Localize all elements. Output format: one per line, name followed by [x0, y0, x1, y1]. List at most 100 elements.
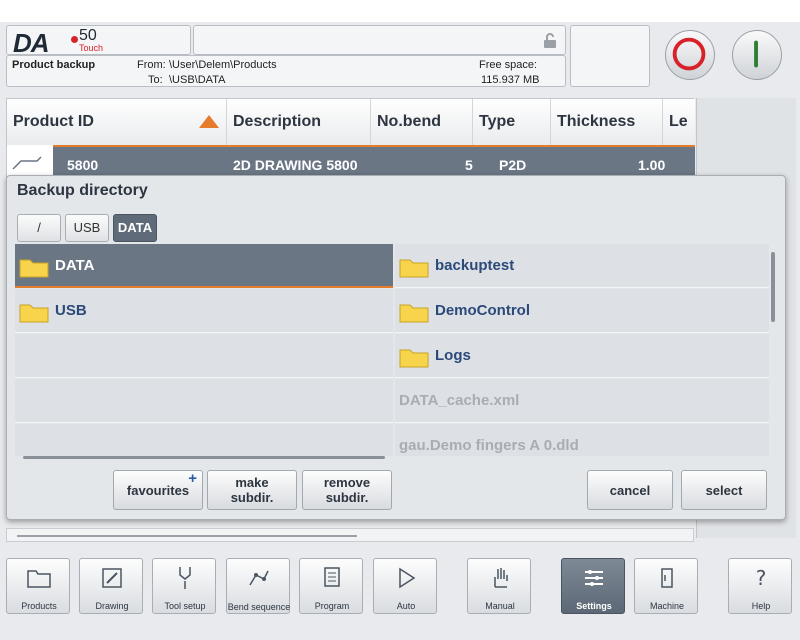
logo-dot	[71, 36, 78, 43]
nav-label: Products	[21, 601, 57, 611]
to-label: To:	[148, 74, 163, 86]
message-box	[193, 25, 566, 55]
column-length[interactable]: Le	[663, 99, 695, 145]
column-thickness[interactable]: Thickness	[551, 99, 663, 145]
row-description: 2D DRAWING 5800	[233, 157, 358, 173]
screen: DA 50 Touch Product backup From: \User\D…	[0, 0, 800, 640]
nav-drawing[interactable]: Drawing	[79, 558, 143, 614]
nav-machine[interactable]: Machine	[634, 558, 698, 614]
logo-touch: Touch	[79, 43, 104, 53]
list-item[interactable]: backuptest	[395, 244, 769, 288]
settings-icon	[585, 570, 603, 586]
nav-label: Bend sequence	[227, 602, 291, 612]
list-item[interactable]: DATA	[15, 244, 393, 288]
unlock-icon[interactable]	[543, 33, 557, 49]
bend-sequence-icon	[249, 570, 269, 586]
column-label: Description	[233, 113, 322, 130]
from-label: From:	[137, 59, 166, 71]
profile-icon	[12, 156, 42, 170]
list-item-label: DATA_cache.xml	[399, 392, 520, 409]
stop-icon	[672, 37, 706, 71]
button-label: remove	[323, 475, 371, 490]
start-button[interactable]	[732, 30, 782, 80]
nav-label: Manual	[485, 601, 515, 611]
list-item-label: Logs	[435, 347, 471, 364]
nav-auto[interactable]: Auto	[373, 558, 437, 614]
column-label: Le	[669, 113, 688, 130]
nav-settings[interactable]: Settings	[561, 558, 625, 614]
sort-ascending-icon	[199, 115, 219, 128]
column-label: Product ID	[13, 113, 94, 130]
nav-manual[interactable]: Manual	[467, 558, 531, 614]
list-item-empty	[15, 424, 393, 456]
folder-icon	[27, 570, 51, 588]
list-item-empty	[15, 334, 393, 378]
button-label: subdir.	[325, 490, 369, 505]
table-row[interactable]: 5800 2D DRAWING 5800 5 P2D 1.00	[53, 145, 695, 179]
button-label: subdir.	[230, 490, 274, 505]
nav-label: Tool setup	[164, 601, 206, 611]
from-path: \User\Delem\Products	[169, 59, 277, 71]
make-subdir-button[interactable]: make subdir.	[207, 470, 297, 510]
folder-icon	[19, 304, 49, 323]
nav-label: Auto	[396, 601, 416, 611]
folder-icon	[399, 349, 429, 368]
remove-subdir-button[interactable]: remove subdir.	[302, 470, 392, 510]
horizontal-scrollbar[interactable]	[23, 456, 385, 459]
logo: DA 50 Touch	[6, 25, 191, 58]
tool-icon	[179, 567, 191, 589]
nav-help[interactable]: ? Help	[728, 558, 792, 614]
select-button[interactable]: select	[681, 470, 767, 510]
nav-label: Help	[751, 601, 771, 611]
dialog-title: Backup directory	[17, 182, 148, 199]
machine-icon	[661, 568, 673, 588]
backup-directory-dialog: Backup directory / USB DATA DATA USB bac…	[6, 175, 786, 520]
column-label: No.bend	[377, 113, 441, 130]
list-item-label: DATA	[55, 257, 95, 274]
product-thumbnail	[7, 145, 53, 179]
cancel-button[interactable]: cancel	[587, 470, 673, 510]
column-product-id[interactable]: Product ID	[7, 99, 227, 145]
start-icon	[754, 40, 758, 68]
plus-icon: +	[188, 470, 197, 487]
vertical-scrollbar[interactable]	[771, 252, 775, 322]
list-item[interactable]: USB	[15, 289, 393, 333]
stop-button[interactable]	[665, 30, 715, 80]
list-item[interactable]: DATA_cache.xml	[395, 379, 769, 423]
folder-icon	[399, 259, 429, 278]
list-item[interactable]: Logs	[395, 334, 769, 378]
breadcrumb-usb[interactable]: USB	[65, 214, 109, 242]
column-description[interactable]: Description	[227, 99, 371, 145]
nav-label: Program	[314, 601, 350, 611]
list-item[interactable]: DemoControl	[395, 289, 769, 333]
free-space-value: 115.937 MB	[481, 74, 540, 86]
nav-label: Machine	[649, 601, 685, 611]
to-path: \USB\DATA	[169, 74, 226, 86]
list-item-label: backuptest	[435, 257, 515, 274]
row-product-id: 5800	[67, 157, 99, 173]
nav-tool-setup[interactable]: Tool setup	[152, 558, 216, 614]
breadcrumb-root[interactable]: /	[17, 214, 61, 242]
favourites-button[interactable]: + favourites	[113, 470, 203, 510]
breadcrumb-data[interactable]: DATA	[113, 214, 157, 242]
row-thickness: 1.00	[638, 157, 666, 173]
list-item[interactable]: gau.Demo fingers A 0.dld	[395, 424, 769, 456]
button-label: select	[705, 483, 743, 498]
nav-products[interactable]: Products	[6, 558, 70, 614]
list-item-label: DemoControl	[435, 302, 530, 319]
top-margin	[0, 0, 800, 22]
column-type[interactable]: Type	[473, 99, 551, 145]
play-icon	[399, 567, 416, 589]
list-item-empty	[15, 379, 393, 423]
column-label: Type	[479, 113, 516, 130]
column-label: Thickness	[557, 113, 636, 130]
column-no-bend[interactable]: No.bend	[371, 99, 473, 145]
nav-program[interactable]: Program	[299, 558, 363, 614]
pencil-icon	[102, 568, 122, 588]
list-item-label: gau.Demo fingers A 0.dld	[399, 437, 579, 454]
status-strip	[6, 528, 694, 542]
nav-bend-sequence[interactable]: Bend sequence	[226, 558, 290, 614]
nav-label: Drawing	[95, 601, 129, 611]
folder-icon	[399, 304, 429, 323]
hand-icon	[494, 568, 508, 588]
